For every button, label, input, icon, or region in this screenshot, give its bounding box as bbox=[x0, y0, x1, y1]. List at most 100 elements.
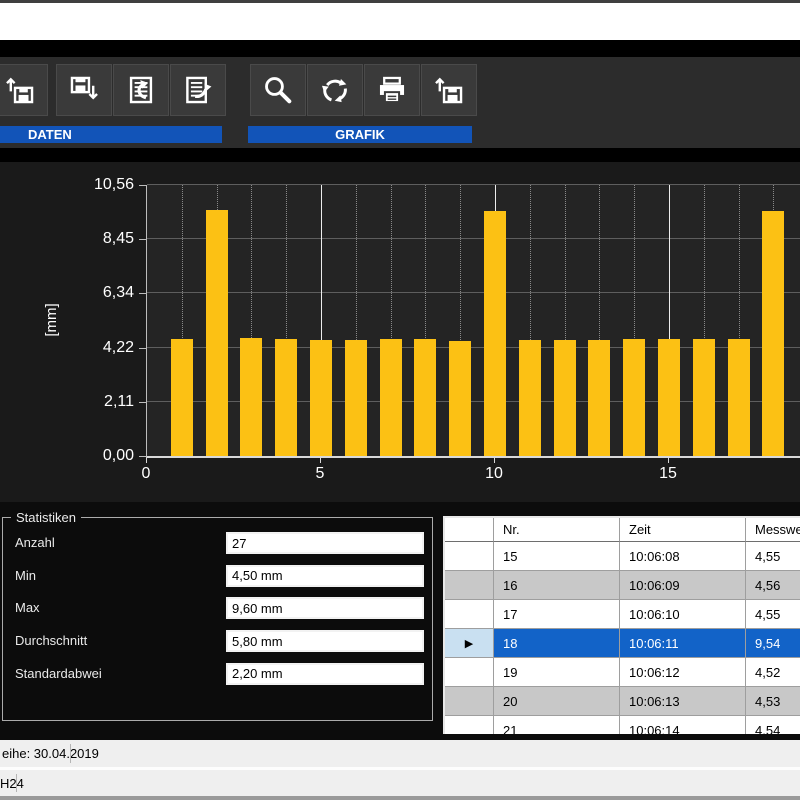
cell-messwert[interactable]: 4,54 bbox=[746, 716, 800, 734]
table-row[interactable]: 1710:06:104,55 bbox=[445, 600, 800, 629]
cell-nr[interactable]: 15 bbox=[494, 542, 620, 571]
table-row[interactable]: ▶1810:06:119,54 bbox=[445, 629, 800, 658]
bar bbox=[240, 338, 262, 456]
bottom-panel: Statistiken AnzahlMinMaxDurchschnittStan… bbox=[0, 502, 800, 740]
x-tick-mark bbox=[494, 458, 495, 463]
zoom-button[interactable] bbox=[250, 64, 306, 116]
export-report-button[interactable] bbox=[170, 64, 226, 116]
cell-zeit[interactable]: 10:06:11 bbox=[620, 629, 746, 658]
row-selector-marker[interactable]: ▶ bbox=[445, 629, 494, 658]
table-row[interactable]: 1510:06:084,55 bbox=[445, 542, 800, 571]
recycle-button[interactable] bbox=[307, 64, 363, 116]
app-window: DATEN GRAFIK [mm] 0,002,114,226,348,4510… bbox=[0, 0, 800, 800]
window-bottom-edge bbox=[0, 796, 800, 800]
save-data-button[interactable] bbox=[56, 64, 112, 116]
stat-label-max: Max bbox=[15, 597, 40, 619]
toolbar-group-daten: DATEN bbox=[0, 126, 222, 143]
statusbar-id-text: H24 bbox=[0, 770, 24, 796]
row-header-cell[interactable] bbox=[445, 658, 494, 687]
cell-nr[interactable]: 20 bbox=[494, 687, 620, 716]
bar bbox=[658, 339, 680, 456]
bar bbox=[345, 340, 367, 457]
separator-band bbox=[0, 148, 800, 162]
table-row[interactable]: 1910:06:124,52 bbox=[445, 658, 800, 687]
stat-input-durchschnitt[interactable] bbox=[226, 630, 424, 652]
toolbar: DATEN GRAFIK bbox=[0, 57, 800, 148]
menubar bbox=[0, 3, 800, 40]
bar bbox=[693, 339, 715, 456]
bar bbox=[380, 339, 402, 456]
y-tick-label: 2,11 bbox=[50, 393, 134, 411]
y-tick-label: 10,56 bbox=[50, 176, 134, 194]
cell-nr[interactable]: 21 bbox=[494, 716, 620, 734]
stat-input-standardabwei[interactable] bbox=[226, 663, 424, 685]
cell-nr[interactable]: 19 bbox=[494, 658, 620, 687]
measurement-table[interactable]: Nr.ZeitMesswe1510:06:084,551610:06:094,5… bbox=[443, 516, 800, 734]
x-tick-label: 10 bbox=[474, 465, 514, 483]
chart-section: [mm] 0,002,114,226,348,4510,56051015 bbox=[0, 162, 800, 502]
row-header-cell[interactable] bbox=[445, 542, 494, 571]
cell-zeit[interactable]: 10:06:13 bbox=[620, 687, 746, 716]
cell-zeit[interactable]: 10:06:14 bbox=[620, 716, 746, 734]
y-tick-label: 0,00 bbox=[50, 447, 134, 465]
bar bbox=[554, 340, 576, 456]
table-row[interactable]: 1610:06:094,56 bbox=[445, 571, 800, 600]
bar bbox=[275, 339, 297, 456]
cell-messwert[interactable]: 4,52 bbox=[746, 658, 800, 687]
column-header-Messwe[interactable]: Messwe bbox=[746, 518, 800, 542]
column-header-Zeit[interactable]: Zeit bbox=[620, 518, 746, 542]
bar bbox=[414, 339, 436, 456]
import-report-button[interactable] bbox=[113, 64, 169, 116]
cell-messwert[interactable]: 9,54 bbox=[746, 629, 800, 658]
row-header-cell[interactable] bbox=[445, 571, 494, 600]
bar bbox=[310, 340, 332, 456]
statusbar-separator bbox=[16, 774, 17, 792]
row-header-cell[interactable] bbox=[445, 716, 494, 734]
bar bbox=[206, 210, 228, 456]
cell-messwert[interactable]: 4,55 bbox=[746, 542, 800, 571]
bar bbox=[449, 341, 471, 456]
x-tick-label: 0 bbox=[126, 465, 166, 483]
bar bbox=[762, 211, 784, 456]
cell-zeit[interactable]: 10:06:12 bbox=[620, 658, 746, 687]
print-button[interactable] bbox=[364, 64, 420, 116]
bar bbox=[728, 339, 750, 456]
load-data-button[interactable] bbox=[0, 64, 48, 116]
stat-input-anzahl[interactable] bbox=[226, 532, 424, 554]
stat-label-anzahl: Anzahl bbox=[15, 532, 55, 554]
row-header-cell[interactable] bbox=[445, 600, 494, 629]
table-row[interactable]: 2010:06:134,53 bbox=[445, 687, 800, 716]
cell-zeit[interactable]: 10:06:08 bbox=[620, 542, 746, 571]
x-tick-label: 15 bbox=[648, 465, 688, 483]
cell-nr[interactable]: 18 bbox=[494, 629, 620, 658]
document-arrow-out-icon bbox=[181, 73, 215, 107]
horizontal-gridline bbox=[147, 292, 800, 293]
magnifier-icon bbox=[261, 73, 295, 107]
column-header-Nr.[interactable]: Nr. bbox=[494, 518, 620, 542]
statusbar-date-text: eihe: 30.04.2019 bbox=[2, 740, 99, 767]
row-header-cell[interactable] bbox=[445, 687, 494, 716]
stat-input-max[interactable] bbox=[226, 597, 424, 619]
cell-messwert[interactable]: 4,56 bbox=[746, 571, 800, 600]
save-graphic-button[interactable] bbox=[421, 64, 477, 116]
y-tick-label: 6,34 bbox=[50, 284, 134, 302]
y-tick-mark bbox=[139, 239, 146, 240]
cell-messwert[interactable]: 4,53 bbox=[746, 687, 800, 716]
stat-input-min[interactable] bbox=[226, 565, 424, 587]
table-row[interactable]: 2110:06:144,54 bbox=[445, 716, 800, 734]
floppy-arrow-up-icon bbox=[432, 73, 466, 107]
cell-nr[interactable]: 17 bbox=[494, 600, 620, 629]
statusbar-line2: H24 bbox=[0, 770, 800, 796]
y-tick-mark bbox=[139, 348, 146, 349]
y-tick-label: 8,45 bbox=[50, 230, 134, 248]
cell-zeit[interactable]: 10:06:10 bbox=[620, 600, 746, 629]
recycle-icon bbox=[318, 73, 352, 107]
stat-label-min: Min bbox=[15, 565, 36, 587]
cell-messwert[interactable]: 4,55 bbox=[746, 600, 800, 629]
y-tick-mark bbox=[139, 185, 146, 186]
chart-plot-area bbox=[146, 185, 800, 458]
cell-nr[interactable]: 16 bbox=[494, 571, 620, 600]
cell-zeit[interactable]: 10:06:09 bbox=[620, 571, 746, 600]
table-corner-header[interactable] bbox=[445, 518, 494, 542]
floppy-arrow-down-icon bbox=[67, 73, 101, 107]
